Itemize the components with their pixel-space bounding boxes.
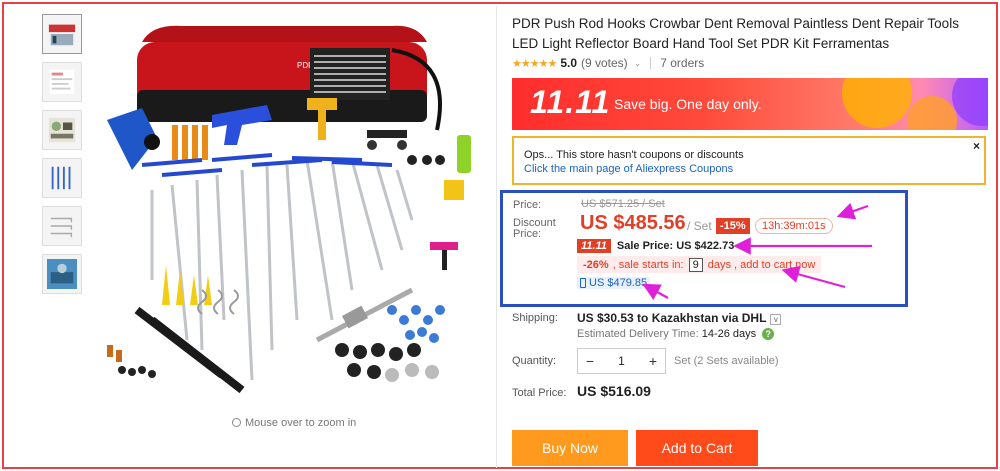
chevron-down-icon[interactable]: v <box>770 314 782 325</box>
total-price: US $516.09 <box>577 383 651 399</box>
shipping-text: US $30.53 to Kazakhstan via DHL <box>577 311 767 325</box>
quantity-label: Quantity: <box>512 355 557 367</box>
arrow-timer <box>836 202 869 220</box>
arrow-mobile-price <box>642 283 669 300</box>
eta-days: 14-26 days <box>701 328 757 340</box>
quantity-available: Set (2 Sets available) <box>674 355 779 367</box>
quantity-input[interactable]: 1 <box>602 354 641 368</box>
quantity-stepper: − 1 + <box>577 348 666 374</box>
shipping-value[interactable]: US $30.53 to Kazakhstan via DHL v <box>577 311 782 325</box>
decrement-button[interactable]: − <box>578 353 602 369</box>
total-label: Total Price: <box>512 387 567 399</box>
buy-now-button[interactable]: Buy Now <box>512 430 628 466</box>
eta-label: Estimated Delivery Time: <box>577 328 699 340</box>
shipping-label: Shipping: <box>512 312 558 324</box>
annotation-arrows <box>642 202 872 300</box>
add-to-cart-button[interactable]: Add to Cart <box>636 430 758 466</box>
increment-button[interactable]: + <box>641 353 665 369</box>
delivery-estimate: Estimated Delivery Time: 14-26 days ? <box>577 328 775 340</box>
help-icon[interactable]: ? <box>762 328 775 340</box>
arrow-sale-start <box>781 265 846 289</box>
